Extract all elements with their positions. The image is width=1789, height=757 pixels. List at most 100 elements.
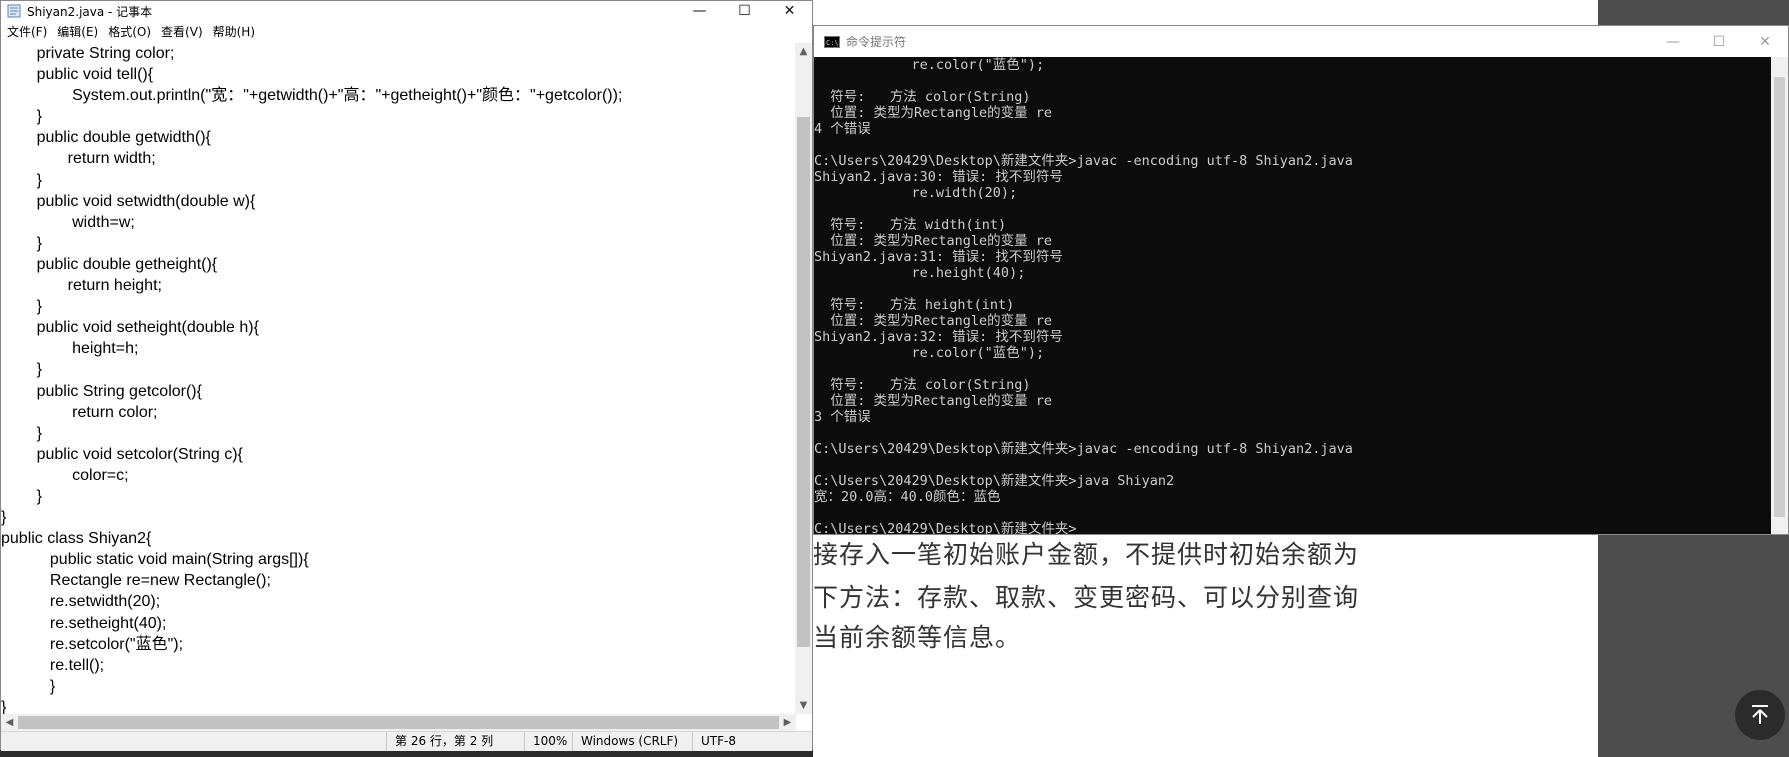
console-line: 宽：20.0高：40.0颜色：蓝色 [814, 489, 1001, 505]
code-line: Rectangle re=new Rectangle(); [1, 572, 271, 590]
line-ending: Windows (CRLF) [572, 732, 681, 751]
code-line: public void setheight(double h){ [1, 319, 259, 337]
zoom-level: 100% [524, 732, 573, 751]
console-line: 位置: 类型为Rectangle的变量 re [814, 233, 1053, 249]
code-line: } [1, 234, 42, 252]
console-line: 位置: 类型为Rectangle的变量 re [814, 105, 1053, 121]
code-line: public class Shiyan2{ [1, 530, 152, 548]
window-title: 命令提示符 [846, 35, 907, 49]
menu-bar: 文件(F) 编辑(E) 格式(O) 查看(V) 帮助(H) [1, 21, 812, 42]
cmd-window: C:\ 命令提示符 — ☐ ✕ re.color("蓝色"); 符号: 方法 c… [813, 25, 1789, 535]
console-line: Shiyan2.java:32: 错误: 找不到符号 [814, 329, 1063, 345]
console-line: 符号: 方法 width(int) [814, 217, 1007, 233]
menu-format[interactable]: 格式(O) [104, 23, 157, 40]
console-line: 4 个错误 [814, 121, 871, 137]
scroll-thumb[interactable] [18, 716, 779, 729]
minimize-button[interactable]: — [1650, 26, 1696, 57]
notepad-title-bar[interactable]: Shiyan2.java - 记事本 — ☐ ✕ [1, 1, 812, 21]
console-line: Shiyan2.java:31: 错误: 找不到符号 [814, 249, 1063, 265]
code-line: re.tell(); [1, 656, 105, 674]
console-line: 3 个错误 [814, 409, 871, 425]
code-line: } [1, 171, 42, 189]
code-line: public double getheight(){ [1, 255, 218, 273]
doc-line: 接存入一笔初始账户金额，不提供时初始余额为 [813, 540, 1360, 569]
cmd-app-icon: C:\ [824, 35, 840, 48]
vertical-scrollbar[interactable]: ▲ ▼ [795, 43, 812, 714]
console-line: C:\Users\20429\Desktop\新建文件夹>java Shiyan… [814, 473, 1175, 489]
console-line: C:\Users\20429\Desktop\新建文件夹>javac -enco… [814, 153, 1353, 169]
code-line: System.out.println("宽："+getwidth()+"高："+… [1, 87, 623, 105]
close-button[interactable]: ✕ [767, 1, 812, 21]
menu-view[interactable]: 查看(V) [157, 23, 209, 40]
status-bar: 第 26 行，第 2 列 100% Windows (CRLF) UTF-8 [1, 731, 812, 751]
scroll-down-icon[interactable]: ▼ [795, 697, 812, 714]
code-line: } [1, 108, 42, 126]
scroll-thumb[interactable] [1774, 77, 1785, 517]
code-line: } [1, 677, 56, 695]
console-line: 位置: 类型为Rectangle的变量 re [814, 393, 1053, 409]
code-line: color=c; [1, 466, 129, 484]
scroll-thumb[interactable] [797, 117, 810, 647]
notepad-window: Shiyan2.java - 记事本 — ☐ ✕ 文件(F) 编辑(E) 格式(… [0, 0, 813, 751]
doc-line: 当前余额等信息。 [813, 623, 1022, 652]
menu-file[interactable]: 文件(F) [3, 23, 53, 40]
code-line: height=h; [1, 340, 139, 358]
window-title: Shiyan2.java - 记事本 [27, 4, 153, 19]
svg-text:C:\: C:\ [826, 39, 839, 47]
console-line: 符号: 方法 height(int) [814, 297, 1015, 313]
code-line: } [1, 509, 7, 527]
close-button[interactable]: ✕ [1742, 26, 1788, 57]
code-line: public double getwidth(){ [1, 129, 211, 147]
console-line: C:\Users\20429\Desktop\新建文件夹> [814, 521, 1077, 534]
scroll-left-icon[interactable]: ◀ [1, 714, 18, 731]
encoding: UTF-8 [692, 732, 811, 751]
console-line: re.color("蓝色"); [814, 57, 1045, 73]
code-line: return color; [1, 403, 158, 421]
text-editor-area[interactable]: private String color; public void tell()… [1, 43, 796, 714]
console-output[interactable]: re.color("蓝色"); 符号: 方法 color(String) 位置:… [814, 57, 1772, 534]
code-line: re.setheight(40); [1, 614, 167, 632]
doc-line: 下方法：存款、取款、变更密码、可以分别查询 [813, 583, 1360, 612]
code-line: } [1, 487, 42, 505]
vertical-scrollbar[interactable] [1771, 57, 1788, 534]
console-line: 位置: 类型为Rectangle的变量 re [814, 313, 1053, 329]
back-to-top-button[interactable] [1735, 690, 1785, 740]
console-line: re.height(40); [814, 265, 1026, 281]
scroll-up-icon[interactable]: ▲ [795, 43, 812, 60]
maximize-button[interactable]: ☐ [1696, 26, 1742, 57]
code-line: public void setcolor(String c){ [1, 445, 243, 463]
cursor-position: 第 26 行，第 2 列 [386, 732, 525, 751]
code-line: re.setwidth(20); [1, 593, 161, 611]
code-line: public static void main(String args[]){ [1, 551, 309, 569]
maximize-button[interactable]: ☐ [722, 1, 767, 21]
horizontal-scrollbar[interactable]: ◀ ▶ [1, 714, 796, 731]
code-line: width=w; [1, 213, 135, 231]
console-line: C:\Users\20429\Desktop\新建文件夹>javac -enco… [814, 441, 1353, 457]
code-line: public void tell(){ [1, 66, 154, 84]
menu-help[interactable]: 帮助(H) [209, 23, 261, 40]
code-line: } [1, 361, 42, 379]
code-line: } [1, 298, 42, 316]
menu-edit[interactable]: 编辑(E) [53, 23, 104, 40]
scroll-right-icon[interactable]: ▶ [779, 714, 796, 731]
code-line: return width; [1, 150, 156, 168]
code-line: } [1, 424, 42, 442]
code-line: return height; [1, 277, 162, 295]
arrow-up-icon [1752, 705, 1768, 724]
notepad-app-icon [7, 4, 21, 18]
console-line: Shiyan2.java:30: 错误: 找不到符号 [814, 169, 1063, 185]
cmd-title-bar[interactable]: C:\ 命令提示符 — ☐ ✕ [814, 26, 1788, 57]
console-line: re.width(20); [814, 185, 1018, 201]
minimize-button[interactable]: — [677, 1, 722, 21]
code-line: public String getcolor(){ [1, 382, 202, 400]
code-line: } [1, 698, 7, 714]
console-line: 符号: 方法 color(String) [814, 89, 1031, 105]
code-line: public void setwidth(double w){ [1, 192, 256, 210]
